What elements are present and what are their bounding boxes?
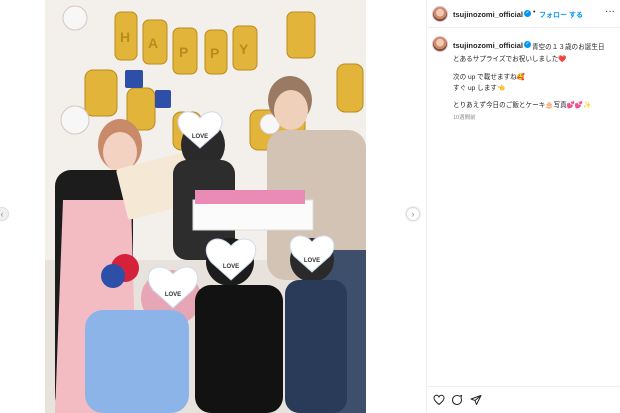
love-sticker-2: LOVE (223, 264, 239, 270)
post-photo[interactable]: H A P P Y LOVE LOVE LOVE LOVE (45, 0, 366, 413)
love-sticker-4: LOVE (304, 258, 320, 264)
username-link[interactable]: tsujinozomi_official (453, 10, 523, 19)
chevron-right-icon: › (411, 209, 415, 219)
chevron-left-icon: ‹ (0, 209, 4, 219)
caption-line: とあるサプライズでお祝いしました❤️ (453, 56, 567, 63)
post-side-panel: tsujinozomi_official ✓ • フォロー する ··· tsu… (426, 0, 620, 413)
caption-line: とりあえず今日のご飯とケーキ🎂写真💕💕✨ (453, 102, 592, 109)
caption-avatar[interactable] (432, 36, 448, 52)
svg-text:P: P (179, 44, 188, 60)
svg-text:Y: Y (239, 41, 249, 57)
caption-line: 次の up で載せますね🥰 (453, 74, 525, 81)
separator-dot: • (533, 9, 536, 16)
love-sticker-1: LOVE (192, 134, 208, 140)
verified-badge-icon: ✓ (524, 10, 531, 17)
post-timestamp[interactable]: 10週間前 (453, 113, 476, 121)
comment-icon[interactable] (451, 394, 463, 406)
paper-plane-icon[interactable] (470, 394, 482, 406)
post-caption: tsujinozomi_official ✓ 青空の１３歳のお誕生日 とあるサプ… (427, 28, 620, 368)
post-header: tsujinozomi_official ✓ • フォロー する ··· (427, 0, 620, 28)
love-sticker-3: LOVE (165, 292, 181, 298)
previous-photo-button[interactable]: ‹ (0, 207, 9, 221)
caption-line: すぐ up します👈 (453, 85, 506, 92)
follow-button[interactable]: フォロー する (539, 10, 583, 20)
svg-text:H: H (120, 29, 130, 45)
svg-text:P: P (210, 45, 219, 61)
avatar[interactable] (432, 6, 448, 22)
caption-line: 青空の１３歳のお誕生日 (532, 44, 605, 51)
heart-icon[interactable] (433, 394, 445, 406)
next-photo-button[interactable]: › (406, 207, 420, 221)
more-options-icon[interactable]: ··· (605, 6, 615, 17)
post-actions (427, 386, 620, 413)
verified-badge-icon: ✓ (524, 41, 531, 48)
caption-username-link[interactable]: tsujinozomi_official (453, 41, 523, 50)
svg-text:A: A (148, 35, 158, 51)
